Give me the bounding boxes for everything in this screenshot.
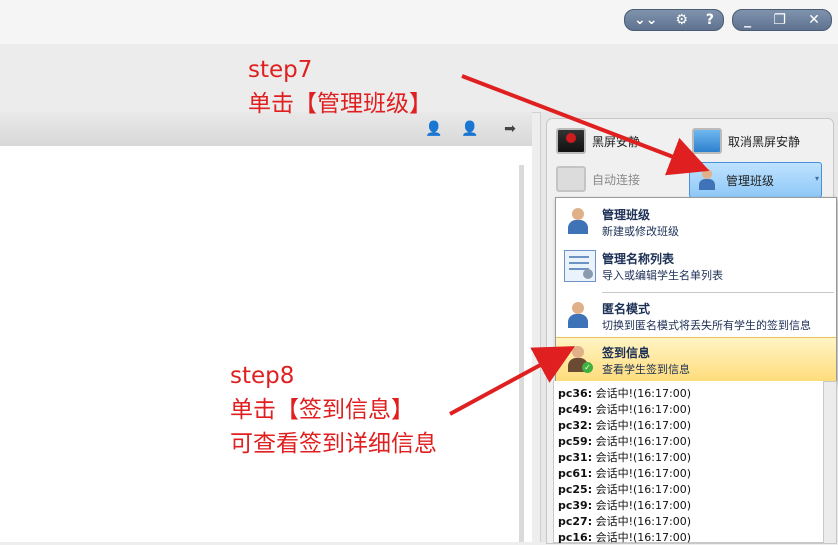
annotation-arrows [449,74,710,416]
step8-arrow [449,346,576,416]
step7-arrow [461,74,710,176]
